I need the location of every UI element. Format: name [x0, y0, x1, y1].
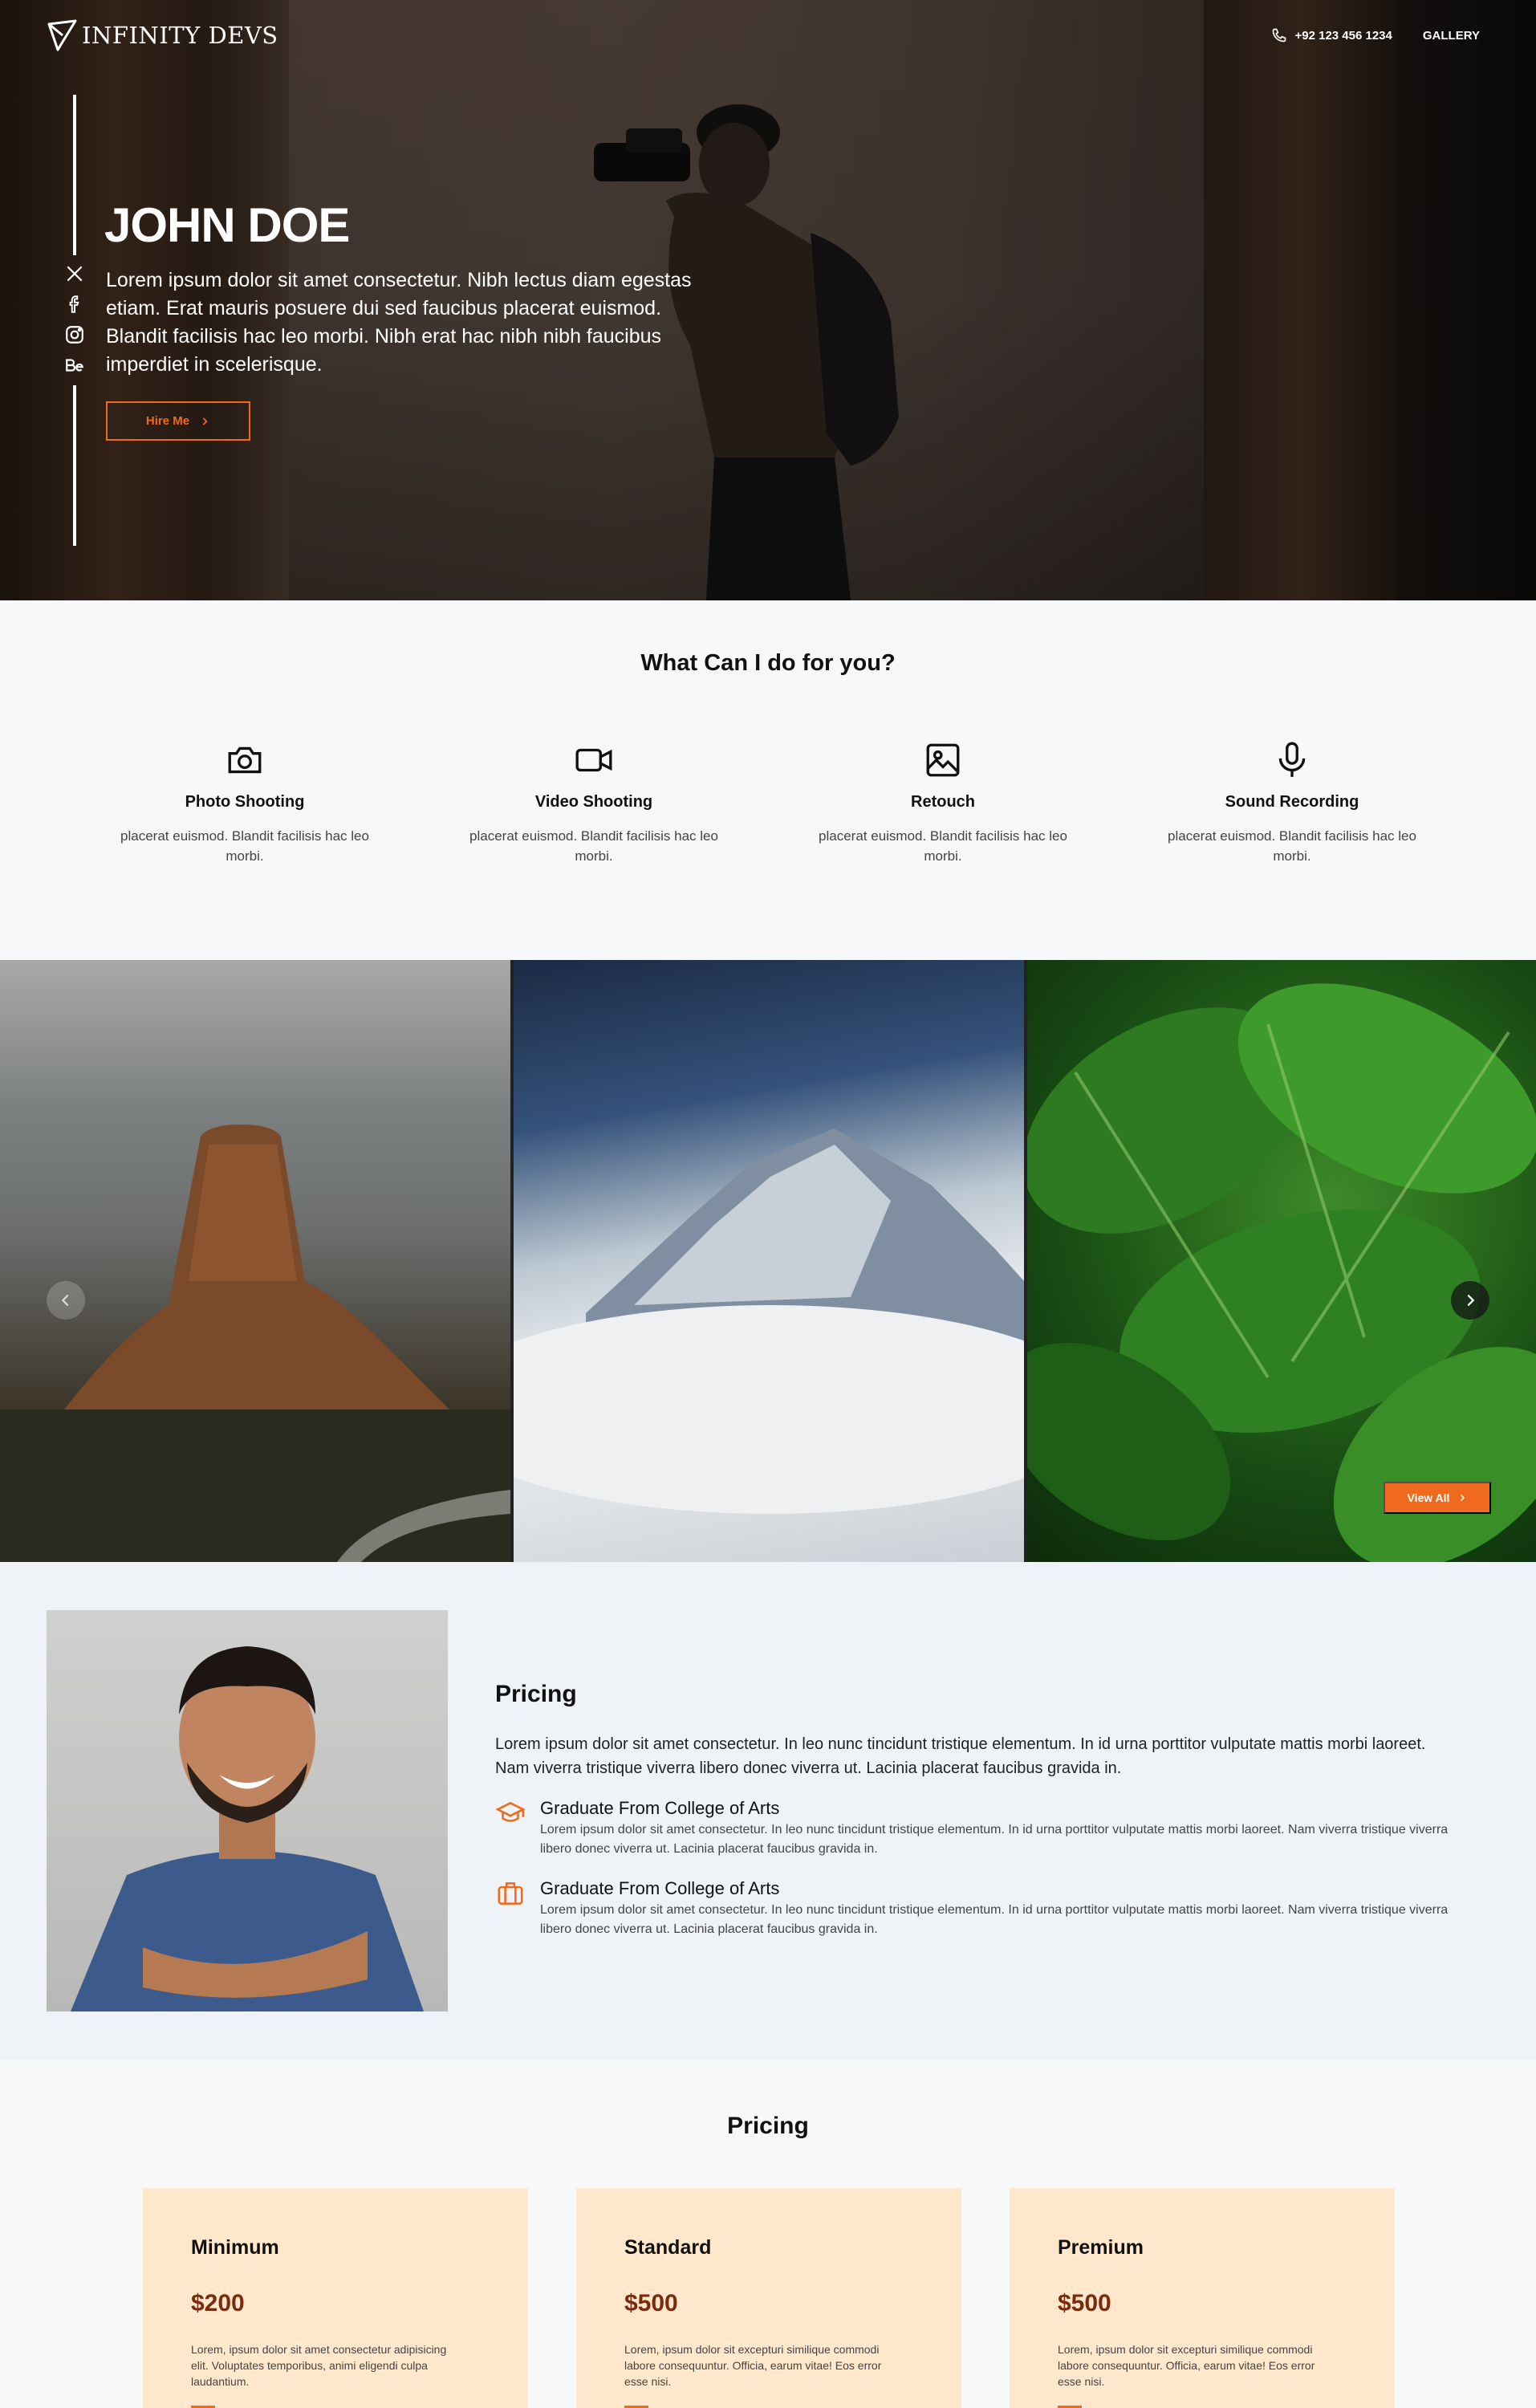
chevron-right-icon [1467, 1294, 1475, 1307]
view-all-label: View All [1407, 1491, 1450, 1504]
service-text: placerat euismod. Blandit facilisis hac … [819, 828, 1067, 864]
brand-name: INFINITY DEVS [82, 22, 278, 49]
phone-number: +92 123 456 1234 [1294, 28, 1392, 43]
education-title: Graduate From College of Arts [540, 1798, 780, 1818]
carousel-next-button[interactable] [1451, 1281, 1489, 1320]
phone-icon [1272, 28, 1286, 43]
service-card-video: Video Shooting placerat euismod. Blandit… [453, 740, 734, 866]
education-text: Lorem ipsum dolor sit amet consectetur. … [540, 1823, 1449, 1856]
plan-price: $200 [191, 2290, 245, 2316]
chevron-left-icon [61, 1294, 69, 1307]
phone-link[interactable]: +92 123 456 1234 [1271, 27, 1392, 43]
service-card-sound: Sound Recording placerat euismod. Blandi… [1152, 740, 1432, 866]
plan-description: Lorem, ipsum dolor sit excepturi similiq… [1058, 2343, 1315, 2388]
about-section: Pricing Lorem ipsum dolor sit amet conse… [0, 1562, 1536, 2060]
service-text: placerat euismod. Blandit facilisis hac … [469, 828, 718, 864]
service-card-retouch: Retouch placerat euismod. Blandit facili… [803, 740, 1083, 866]
plan-name: Minimum [191, 2236, 279, 2259]
pricing-card-standard[interactable]: Standard $500 Lorem, ipsum dolor sit exc… [576, 2188, 961, 2408]
plan-price: $500 [624, 2290, 678, 2316]
brand-logo[interactable]: INFINITY DEVS [47, 18, 278, 53]
pricing-section: Pricing Minimum $200 Lorem, ipsum dolor … [0, 2060, 1536, 2408]
experience-text: Lorem ipsum dolor sit amet consectetur. … [540, 1903, 1449, 1936]
gallery-image-snowy-mountain[interactable] [514, 960, 1024, 1562]
plan-description: Lorem, ipsum dolor sit amet consectetur … [191, 2343, 447, 2388]
plan-description: Lorem, ipsum dolor sit excepturi similiq… [624, 2343, 882, 2388]
video-icon [574, 740, 614, 780]
social-links [63, 263, 87, 376]
gallery-carousel: View All [0, 960, 1536, 1562]
behance-icon[interactable] [64, 355, 85, 376]
experience-title: Graduate From College of Arts [540, 1878, 780, 1898]
experience-item: Graduate From College of Arts Lorem ipsu… [495, 1878, 1458, 1939]
x-icon[interactable] [64, 263, 85, 284]
service-title: Retouch [911, 793, 975, 811]
hero-description: Lorem ipsum dolor sit amet consectetur. … [106, 269, 692, 376]
service-title: Sound Recording [1225, 793, 1359, 811]
hire-me-button[interactable]: Hire Me [106, 401, 250, 441]
hero-name: JOHN DOE [104, 198, 350, 252]
education-item: Graduate From College of Arts Lorem ipsu… [495, 1798, 1458, 1859]
hire-me-label: Hire Me [145, 414, 190, 428]
service-title: Photo Shooting [185, 793, 305, 811]
gallery-image-rock-tower[interactable] [0, 960, 510, 1562]
service-text: placerat euismod. Blandit facilisis hac … [1168, 828, 1416, 864]
services-section: What Can I do for you? Photo Shooting pl… [0, 600, 1536, 960]
profile-photo [47, 1610, 448, 2011]
top-navigation: +92 123 456 1234 GALLERY [1271, 27, 1480, 43]
microphone-icon [1272, 740, 1312, 780]
plan-price: $500 [1058, 2290, 1111, 2316]
logo-mark-icon [47, 19, 77, 51]
hero-divider-top [73, 95, 76, 255]
hero-divider-bottom [73, 385, 76, 546]
service-card-photo: Photo Shooting placerat euismod. Blandit… [104, 740, 385, 866]
plan-name: Standard [624, 2236, 712, 2259]
pricing-card-premium[interactable]: Premium $500 Lorem, ipsum dolor sit exce… [1010, 2188, 1395, 2408]
pricing-card-minimum[interactable]: Minimum $200 Lorem, ipsum dolor sit amet… [143, 2188, 528, 2408]
briefcase-icon [495, 1878, 526, 1909]
gallery-image-tropical-leaves[interactable] [1027, 960, 1536, 1562]
about-title: Pricing [495, 1681, 577, 1707]
camera-icon [225, 740, 265, 780]
chevron-right-icon [202, 417, 208, 425]
facebook-icon[interactable] [64, 294, 85, 315]
service-text: placerat euismod. Blandit facilisis hac … [120, 828, 369, 864]
pricing-title: Pricing [727, 2113, 809, 2139]
carousel-prev-button[interactable] [47, 1281, 85, 1320]
service-title: Video Shooting [534, 793, 653, 811]
chevron-right-icon [1461, 1494, 1465, 1502]
about-lead: Lorem ipsum dolor sit amet consectetur. … [495, 1735, 1426, 1777]
image-icon [923, 740, 963, 780]
nav-gallery-link[interactable]: GALLERY [1423, 29, 1480, 43]
plan-name: Premium [1058, 2236, 1144, 2259]
instagram-icon[interactable] [64, 324, 85, 345]
graduation-cap-icon [495, 1798, 526, 1828]
hero-section: INFINITY DEVS +92 123 456 1234 GALLERY J… [0, 0, 1536, 600]
services-title: What Can I do for you? [640, 650, 896, 676]
view-all-button[interactable]: View All [1384, 1482, 1491, 1514]
